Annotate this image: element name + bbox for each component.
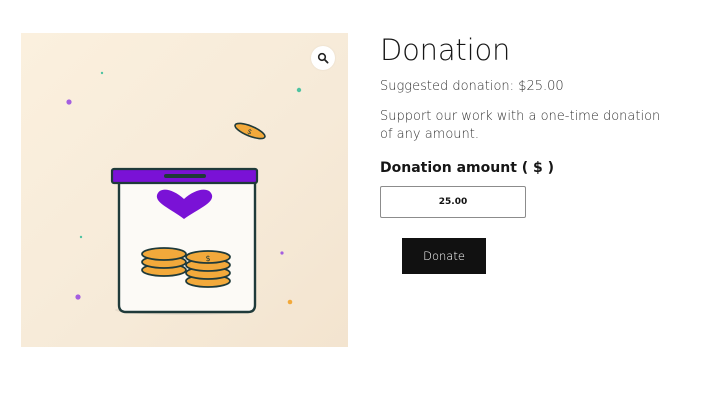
confetti-dot bbox=[66, 99, 72, 105]
product-summary: Donation Suggested donation: $25.00 Supp… bbox=[380, 30, 680, 178]
product-page: $ $ Donation Suggested donation: $25.00 … bbox=[0, 0, 704, 408]
magnifier-icon bbox=[317, 52, 329, 64]
product-image[interactable]: $ $ bbox=[21, 33, 348, 347]
confetti-dot bbox=[287, 299, 293, 305]
donation-jar-illustration: $ $ bbox=[66, 71, 302, 315]
donate-button[interactable]: Donate bbox=[402, 238, 486, 274]
donation-amount-input[interactable] bbox=[380, 186, 526, 218]
coin-slot bbox=[164, 174, 206, 178]
product-price: Suggested donation: $25.00 bbox=[380, 79, 564, 94]
coin-stack-left bbox=[141, 247, 187, 277]
coin-stack-right: $ bbox=[185, 250, 231, 288]
flying-coin: $ bbox=[234, 122, 266, 140]
donation-amount-label: Donation amount ( $ ) bbox=[380, 160, 555, 176]
confetti-dot bbox=[296, 87, 302, 93]
svg-text:$: $ bbox=[205, 254, 210, 263]
zoom-button[interactable] bbox=[311, 46, 335, 70]
product-description: Support our work with a one-time donatio… bbox=[380, 109, 661, 142]
confetti-dot bbox=[100, 71, 104, 75]
confetti-dot bbox=[75, 294, 81, 300]
confetti-dot bbox=[280, 251, 284, 255]
confetti-dot bbox=[79, 235, 83, 239]
product-title: Donation bbox=[380, 33, 511, 67]
